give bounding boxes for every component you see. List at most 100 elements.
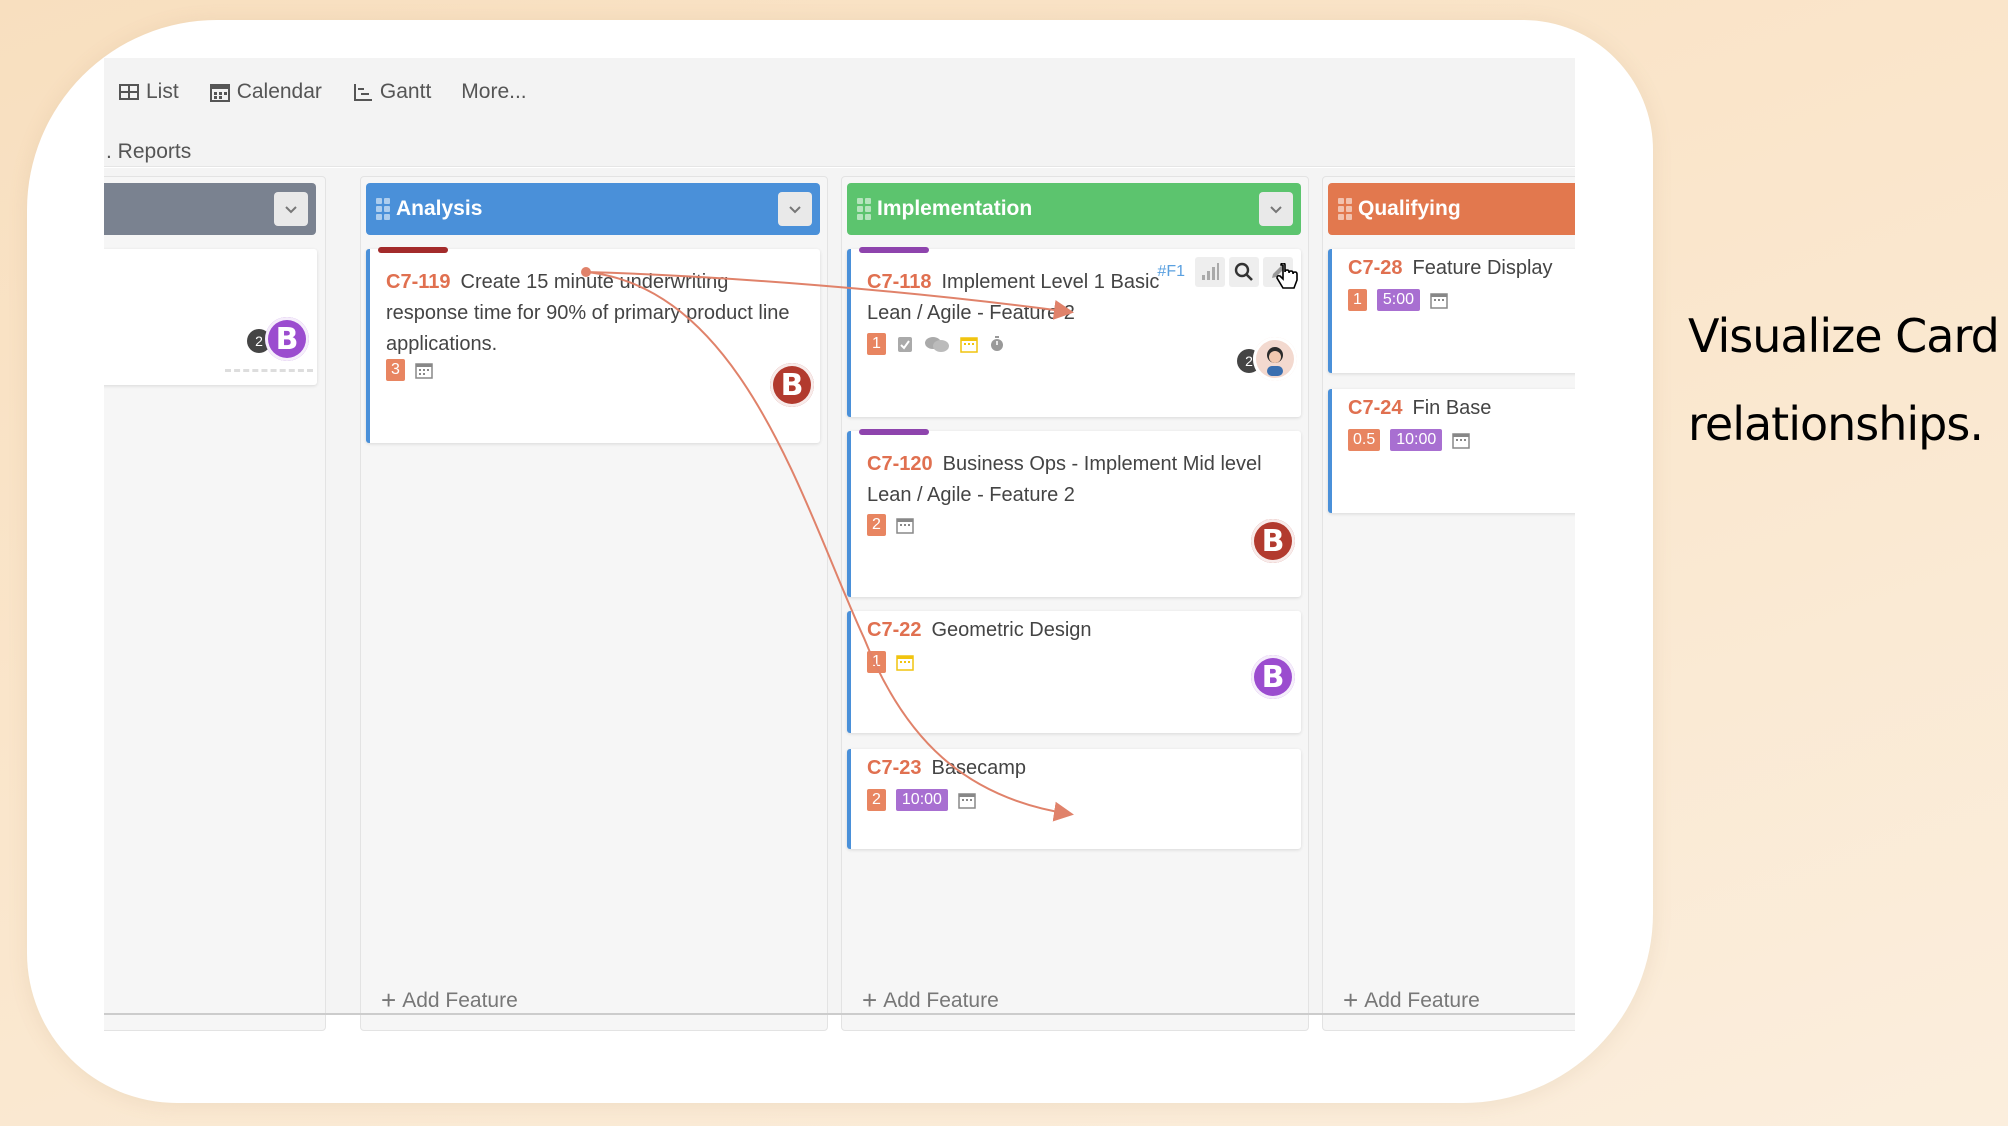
time-estimate-badge: 10:00 bbox=[1390, 429, 1443, 451]
tagline-line-1: Visualize Card bbox=[1688, 309, 2000, 363]
card-meta: 2 10:00 bbox=[867, 789, 976, 811]
calendar-icon[interactable] bbox=[960, 335, 978, 353]
tab-calendar-label: Calendar bbox=[236, 80, 322, 103]
feature-tag[interactable]: #F1 bbox=[1157, 263, 1185, 281]
progress-indicator bbox=[225, 369, 313, 372]
column-implementation-header[interactable]: Implementation bbox=[847, 183, 1301, 235]
card-id[interactable]: C7-118 bbox=[867, 271, 932, 293]
tab-gantt[interactable]: Gantt bbox=[352, 80, 431, 104]
tagline-line-2: relationships. bbox=[1688, 397, 1984, 451]
column-implementation: Implementation C7-118 Implement Level 1 B… bbox=[841, 176, 1309, 1031]
table-icon bbox=[119, 84, 139, 100]
story-points-badge: 1 bbox=[1348, 289, 1367, 311]
gantt-icon bbox=[353, 84, 372, 101]
card-c7-119[interactable]: C7-119 Create 15 minute underwriting resp… bbox=[366, 247, 820, 443]
view-toolbar: List Calendar Gantt More... . Reports bbox=[104, 58, 1575, 167]
plus-icon: + bbox=[381, 985, 397, 1015]
card-id[interactable]: C7-23 bbox=[867, 757, 921, 779]
chevron-down-icon bbox=[1270, 206, 1282, 214]
calendar-icon[interactable] bbox=[958, 791, 976, 809]
calendar-icon bbox=[209, 84, 230, 102]
add-feature-label: Add Feature bbox=[883, 988, 999, 1012]
card-meta: 1 bbox=[867, 651, 914, 673]
avatar[interactable]: B bbox=[265, 317, 309, 361]
plus-icon: + bbox=[862, 985, 878, 1015]
cursor-hand-icon bbox=[1276, 263, 1298, 289]
story-points-badge: 1 bbox=[867, 333, 886, 355]
card-title: C7-28 Feature Display bbox=[1348, 253, 1575, 284]
add-feature-label: Add Feature bbox=[402, 988, 518, 1012]
card-title: C7-22 Geometric Design bbox=[867, 615, 1285, 646]
view-tabs: List Calendar Gantt More... bbox=[118, 80, 527, 104]
chat-icon[interactable] bbox=[924, 335, 950, 353]
plus-icon: + bbox=[1343, 985, 1359, 1015]
signal-icon[interactable] bbox=[1195, 257, 1225, 287]
add-feature-button[interactable]: + Add Feature bbox=[1343, 985, 1480, 1016]
column-implementation-title: Implementation bbox=[877, 197, 1033, 220]
column-analysis-title: Analysis bbox=[396, 197, 483, 220]
card-c7-23[interactable]: C7-23 Basecamp 2 10:00 bbox=[847, 749, 1301, 849]
card-left[interactable]: 2 B bbox=[104, 249, 317, 385]
card-c7-120[interactable]: C7-120 Business Ops - Implement Mid level… bbox=[847, 429, 1301, 597]
column-left-collapse-button[interactable] bbox=[274, 192, 308, 226]
calendar-icon[interactable] bbox=[896, 516, 914, 534]
calendar-icon[interactable] bbox=[896, 653, 914, 671]
card-c7-24[interactable]: C7-24 Fin Base 0.5 10:00 bbox=[1328, 389, 1575, 513]
screenshot-frame: List Calendar Gantt More... . Reports 2 … bbox=[27, 20, 1653, 1103]
card-id[interactable]: C7-24 bbox=[1348, 397, 1402, 419]
story-points-badge: 2 bbox=[867, 514, 886, 536]
card-meta: 0.5 10:00 bbox=[1348, 429, 1471, 451]
tab-list-label: List bbox=[146, 80, 179, 103]
column-qualifying-title: Qualifying bbox=[1358, 197, 1461, 220]
card-c7-22[interactable]: C7-22 Geometric Design 1 B bbox=[847, 611, 1301, 733]
search-icon[interactable] bbox=[1229, 257, 1259, 287]
drag-handle-icon[interactable] bbox=[1338, 195, 1352, 223]
card-hover-toolbar: #F1 bbox=[1157, 257, 1293, 287]
card-title: C7-120 Business Ops - Implement Mid level… bbox=[867, 449, 1285, 511]
avatar[interactable]: B bbox=[1251, 655, 1295, 699]
card-id[interactable]: C7-119 bbox=[386, 271, 451, 293]
user-photo-avatar[interactable] bbox=[1253, 337, 1297, 381]
add-feature-label: Add Feature bbox=[1364, 988, 1480, 1012]
calendar-icon[interactable] bbox=[1430, 291, 1448, 309]
column-implementation-collapse-button[interactable] bbox=[1259, 192, 1293, 226]
timer-icon[interactable] bbox=[988, 335, 1006, 353]
card-id[interactable]: C7-22 bbox=[867, 619, 921, 641]
kanban-app: List Calendar Gantt More... . Reports 2 … bbox=[104, 58, 1575, 1063]
card-meta: 1 5:00 bbox=[1348, 289, 1448, 311]
card-id[interactable]: C7-120 bbox=[867, 453, 933, 475]
add-feature-button[interactable]: + Add Feature bbox=[862, 985, 999, 1016]
calendar-icon[interactable] bbox=[1452, 431, 1471, 449]
drag-handle-icon[interactable] bbox=[376, 195, 390, 223]
card-title: C7-23 Basecamp bbox=[867, 753, 1285, 784]
card-c7-118[interactable]: C7-118 Implement Level 1 Basic Lean / Agi… bbox=[847, 247, 1301, 417]
tab-calendar[interactable]: Calendar bbox=[209, 80, 322, 104]
tab-list[interactable]: List bbox=[118, 80, 179, 104]
card-title: C7-119 Create 15 minute underwriting resp… bbox=[386, 267, 804, 360]
column-analysis-header[interactable]: Analysis bbox=[366, 183, 820, 235]
chevron-down-icon bbox=[285, 206, 297, 214]
story-points-badge: 1 bbox=[867, 651, 886, 673]
tab-more[interactable]: More... bbox=[461, 80, 526, 104]
card-id[interactable]: C7-28 bbox=[1348, 257, 1402, 279]
avatar[interactable]: B bbox=[1251, 519, 1295, 563]
chevron-down-icon bbox=[789, 206, 801, 214]
add-feature-button[interactable]: + Add Feature bbox=[381, 985, 518, 1016]
column-left: 2 B bbox=[104, 176, 326, 1031]
card-title: C7-24 Fin Base bbox=[1348, 393, 1575, 424]
column-qualifying: Qualifying C7-28 Feature Display 1 5:00 C… bbox=[1322, 176, 1575, 1031]
clipboard-check-icon[interactable] bbox=[896, 335, 914, 353]
avatar[interactable]: B bbox=[770, 363, 814, 407]
drag-handle-icon[interactable] bbox=[857, 195, 871, 223]
column-left-header[interactable] bbox=[104, 183, 316, 235]
card-meta: 1 bbox=[867, 333, 1006, 355]
card-c7-28[interactable]: C7-28 Feature Display 1 5:00 bbox=[1328, 249, 1575, 373]
column-qualifying-header[interactable]: Qualifying bbox=[1328, 183, 1575, 235]
reports-link[interactable]: . Reports bbox=[106, 140, 191, 164]
column-analysis: Analysis C7-119 Create 15 minute underwri… bbox=[360, 176, 828, 1031]
card-title-text: Basecamp bbox=[931, 757, 1026, 779]
tab-gantt-label: Gantt bbox=[379, 80, 432, 103]
calendar-icon[interactable] bbox=[415, 361, 433, 379]
story-points-badge: 3 bbox=[386, 359, 405, 381]
column-analysis-collapse-button[interactable] bbox=[778, 192, 812, 226]
